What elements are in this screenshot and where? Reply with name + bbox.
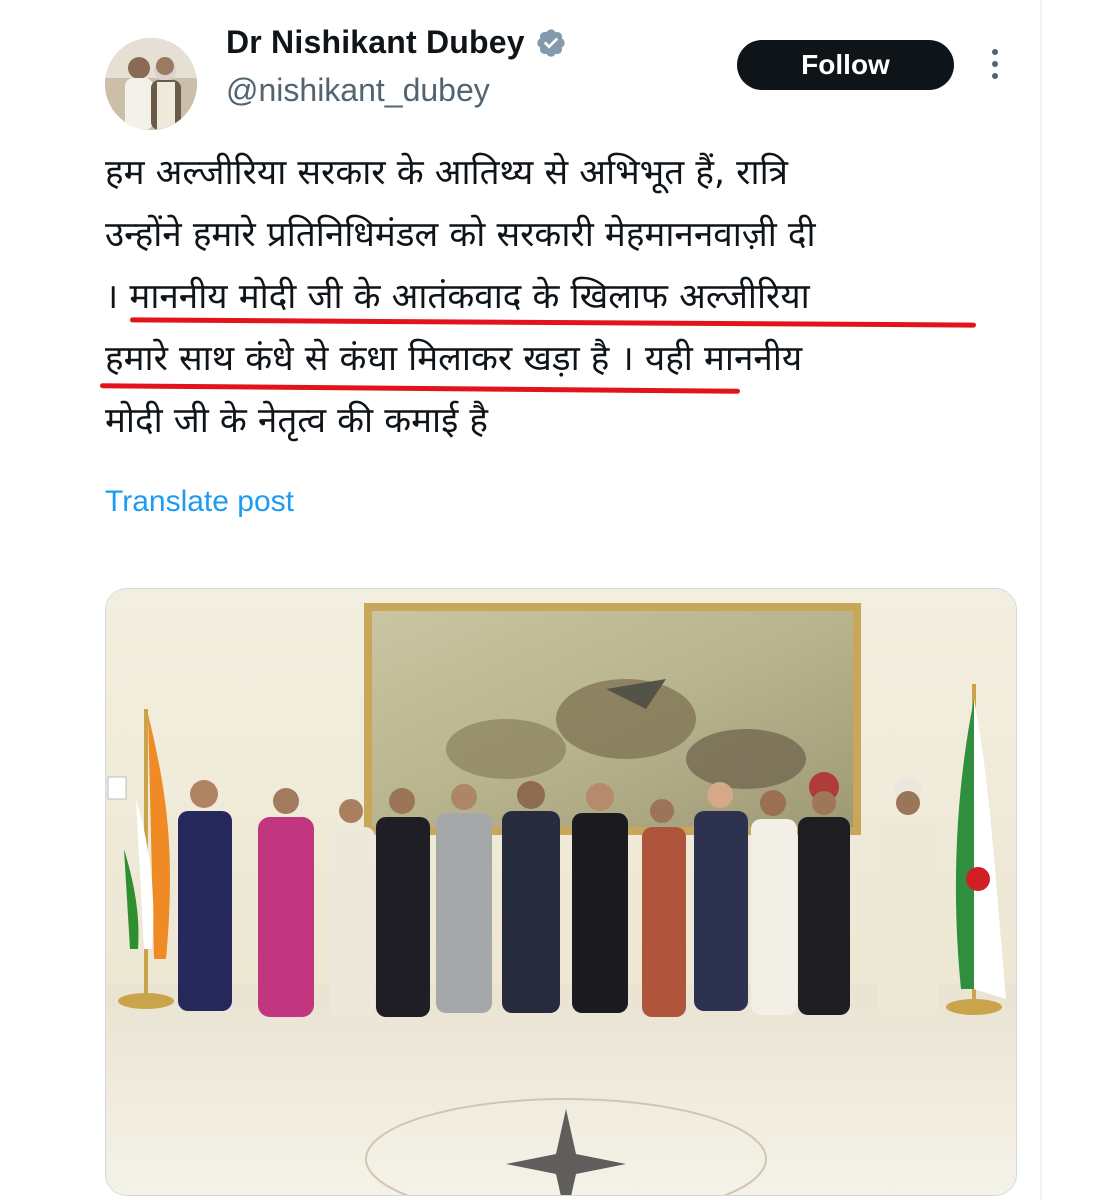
- avatar-photo: [105, 38, 197, 130]
- author-name-row[interactable]: Dr Nishikant Dubey: [226, 24, 567, 61]
- verified-badge-icon: [535, 27, 567, 59]
- more-dot: [992, 73, 998, 79]
- post-text-line: मोदी जी के नेतृत्व की कमाई है: [105, 401, 489, 441]
- author-handle[interactable]: @nishikant_dubey: [226, 72, 490, 109]
- more-dot: [992, 61, 998, 67]
- more-dot: [992, 49, 998, 55]
- display-name[interactable]: Dr Nishikant Dubey: [226, 24, 525, 61]
- more-options-icon[interactable]: [980, 38, 1010, 90]
- post-media-photo[interactable]: [105, 588, 1017, 1196]
- follow-button[interactable]: Follow: [737, 40, 954, 90]
- translate-post-link[interactable]: Translate post: [105, 485, 294, 519]
- tweet-screenshot: Dr Nishikant Dubey @nishikant_dubey Foll…: [0, 0, 1119, 1200]
- post-text: हम अल्जीरिया सरकार के आतिथ्य से अभिभूत ह…: [105, 142, 1005, 452]
- post-text-line: उन्होंने हमारे प्रतिनिधिमंडल को सरकारी म…: [105, 215, 816, 255]
- post-text-line: हमारे साथ कंधे से कंधा मिलाकर खड़ा है । …: [105, 339, 803, 379]
- avatar[interactable]: [105, 38, 197, 130]
- group-photo: [106, 589, 1016, 1195]
- post-text-line: हम अल्जीरिया सरकार के आतिथ्य से अभिभूत ह…: [105, 153, 788, 193]
- timeline-border: [1040, 0, 1042, 1200]
